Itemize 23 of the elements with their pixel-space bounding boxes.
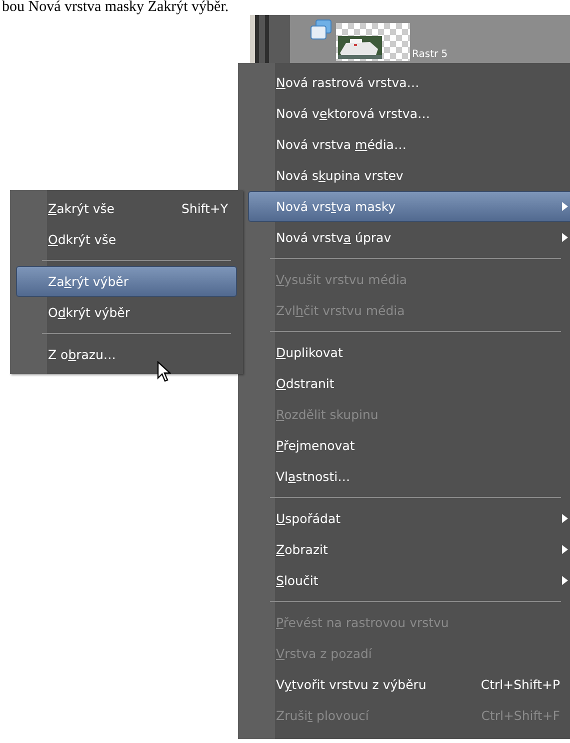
layer-name: Rastr 5 [412,49,448,60]
menu-item[interactable]: Nová vrstva média… [248,129,570,160]
menu-item[interactable]: Nová skupina vrstev [248,160,570,191]
menu-item[interactable]: Odstranit [248,368,570,399]
menu-item[interactable]: Sloučit [248,565,570,596]
menu-item[interactable]: Zobrazit [248,534,570,565]
menu-item[interactable]: Vytvořit vrstvu z výběru Ctrl+Shift+P [248,669,570,700]
menu-item[interactable]: Nová vrstva masky [248,191,570,222]
menu-item[interactable]: Duplikovat [248,337,570,368]
menu-item[interactable]: Uspořádat [248,503,570,534]
pointer-cursor-icon [157,361,171,383]
menu-item[interactable]: Vlastnosti… [248,461,570,492]
menu-item[interactable]: Odkrýt vše [16,224,237,255]
layers-icon [310,19,332,41]
menu-item[interactable]: Nová rastrová vrstva… [248,67,570,98]
menu-item[interactable]: Nová vrstva úprav [248,222,570,253]
menu-item[interactable]: Z obrazu… [16,339,237,370]
menu-item[interactable]: Nová vektorová vrstva… [248,98,570,129]
menu-item[interactable]: Přejmenovat [248,430,570,461]
menu-item[interactable]: Zakrýt vše Shift+Y [16,193,237,224]
panel-splitter [255,15,290,63]
menu-item[interactable]: Odkrýt výběr [16,297,237,328]
document-text: bou Nová vrstva masky Zakrýt výběr. [1,0,229,15]
